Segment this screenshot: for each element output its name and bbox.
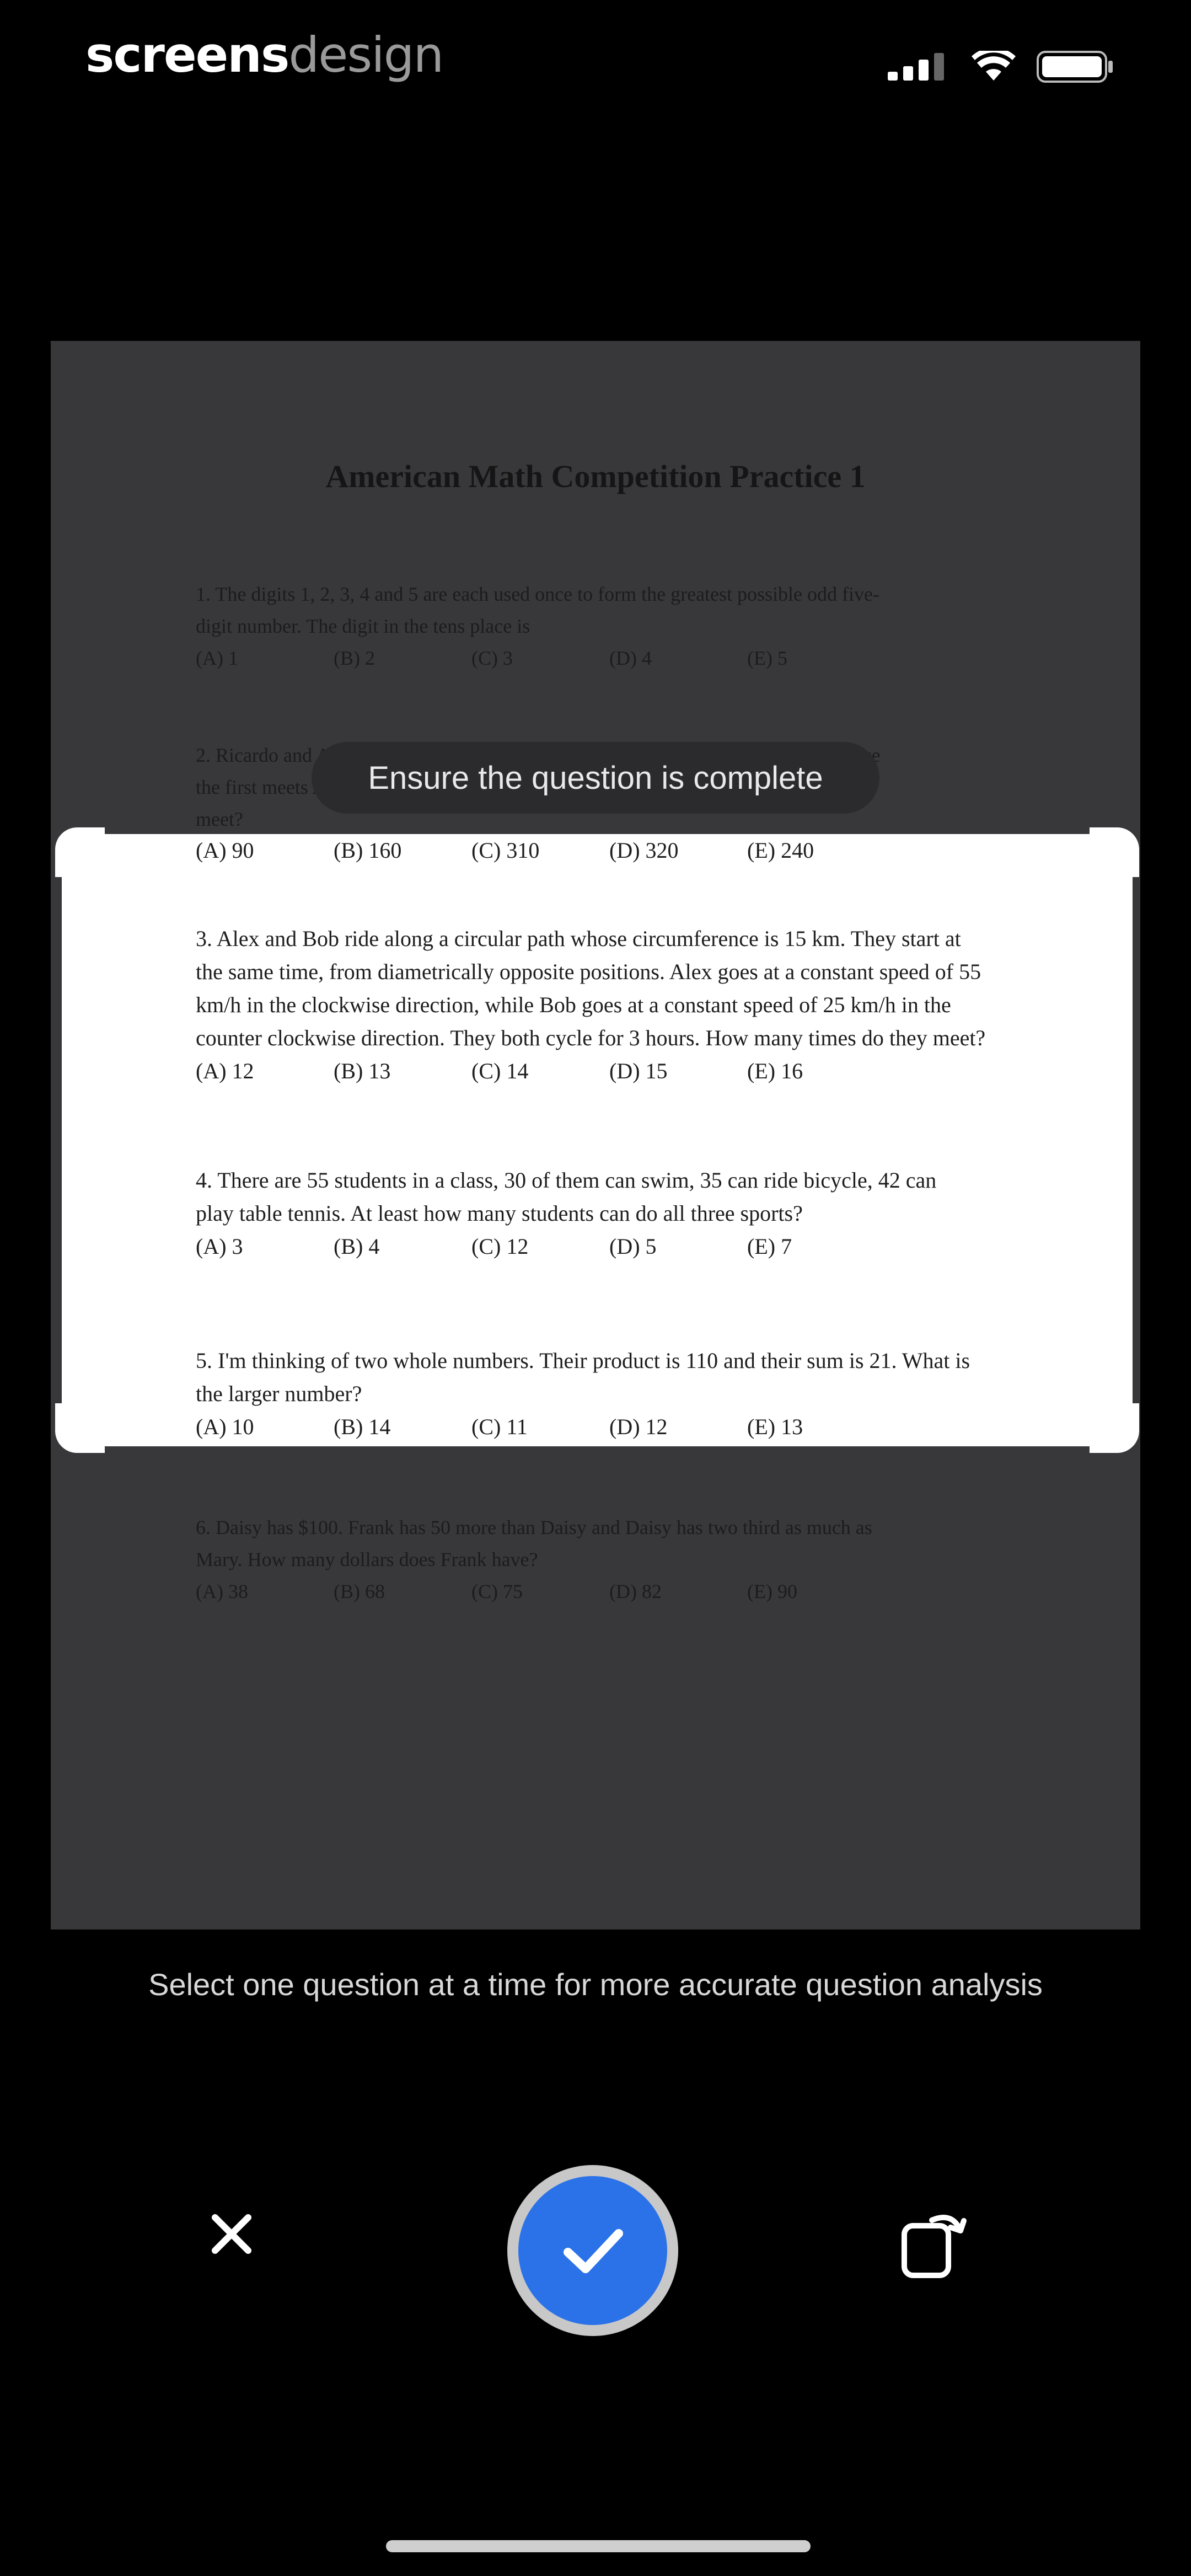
answer-option: (A) 38 <box>196 1580 248 1602</box>
question-text: counter clockwise direction. They both c… <box>196 1025 986 1050</box>
home-indicator[interactable] <box>386 2540 811 2552</box>
answer-option: (D) 4 <box>609 647 652 669</box>
answer-option: (B) 13 <box>334 1059 391 1083</box>
battery-icon <box>1037 51 1113 83</box>
status-bar <box>888 49 1119 87</box>
selection-crop-area[interactable]: (A) 90 (B) 160 (C) 310 (D) 320 (E) 240 3… <box>62 834 1133 1446</box>
brand-logo: screensdesign <box>85 26 444 83</box>
answer-option: (A) 12 <box>196 1059 254 1083</box>
answer-option: (D) 320 <box>609 838 679 863</box>
question-1: 1. The digits 1, 2, 3, 4 and 5 are each … <box>196 578 885 674</box>
question-3: 3. Alex and Bob ride along a circular pa… <box>196 922 985 1088</box>
answer-option: (C) 14 <box>471 1059 529 1083</box>
wifi-icon <box>972 51 1016 81</box>
question-text: 5. I'm thinking of two whole numbers. Th… <box>196 1348 970 1373</box>
signal-icon <box>888 53 944 81</box>
answer-option: (B) 68 <box>334 1580 385 1602</box>
question-text: the larger number? <box>196 1381 362 1406</box>
question-text: digit number. The digit in the tens plac… <box>196 615 530 637</box>
answer-option: (E) 5 <box>747 647 787 669</box>
question-2-options: (A) 90 (B) 160 (C) 310 (D) 320 (E) 240 <box>196 834 885 867</box>
answer-option: (A) 1 <box>196 647 238 669</box>
answer-option: (E) 240 <box>747 838 814 863</box>
answer-option: (B) 160 <box>334 838 402 863</box>
hint-text: Select one question at a time for more a… <box>148 1967 1043 2002</box>
brand-part2: design <box>288 26 444 83</box>
answer-option: (E) 16 <box>747 1059 803 1083</box>
toast-message: Ensure the question is complete <box>312 742 879 814</box>
brand-part1: screens <box>85 26 289 83</box>
question-text: Mary. How many dollars does Frank have? <box>196 1548 538 1570</box>
document-title: American Math Competition Practice 1 <box>325 458 866 494</box>
crop-handle-top-right[interactable] <box>1090 827 1139 877</box>
question-5: 5. I'm thinking of two whole numbers. Th… <box>196 1344 970 1444</box>
question-text: the same time, from diametrically opposi… <box>196 959 981 984</box>
answer-option: (B) 14 <box>334 1414 391 1439</box>
question-text: 4. There are 55 students in a class, 30 … <box>196 1168 937 1193</box>
answer-option: (A) 90 <box>196 838 254 863</box>
answer-option: (C) 3 <box>471 647 513 669</box>
answer-option: (E) 7 <box>747 1234 792 1259</box>
answer-option: (C) 310 <box>471 838 540 863</box>
rotate-icon[interactable] <box>893 2201 976 2284</box>
answer-option: (D) 15 <box>609 1059 668 1083</box>
crop-handle-bottom-right[interactable] <box>1090 1403 1139 1453</box>
question-4: 4. There are 55 students in a class, 30 … <box>196 1164 936 1263</box>
checkmark-icon <box>564 2229 623 2273</box>
question-text: play table tennis. At least how many stu… <box>196 1201 803 1226</box>
answer-option: (C) 11 <box>471 1414 528 1439</box>
crop-handle-top-left[interactable] <box>55 827 105 877</box>
confirm-button[interactable] <box>507 2165 678 2336</box>
question-6: 6. Daisy has $100. Frank has 50 more tha… <box>196 1511 885 1607</box>
answer-option: (C) 75 <box>471 1580 523 1602</box>
question-text: 1. The digits 1, 2, 3, 4 and 5 are each … <box>196 583 879 605</box>
question-text: km/h in the clockwise direction, while B… <box>196 992 951 1017</box>
answer-option: (B) 2 <box>334 647 375 669</box>
answer-option: (A) 3 <box>196 1234 243 1259</box>
answer-option: (D) 82 <box>609 1580 662 1602</box>
answer-option: (B) 4 <box>334 1234 380 1259</box>
answer-option: (C) 12 <box>471 1234 529 1259</box>
question-text: 6. Daisy has $100. Frank has 50 more tha… <box>196 1516 872 1538</box>
answer-option: (D) 12 <box>609 1414 668 1439</box>
close-icon[interactable] <box>201 2204 262 2264</box>
question-text: 3. Alex and Bob ride along a circular pa… <box>196 926 961 951</box>
answer-option: (E) 90 <box>747 1580 797 1602</box>
answer-option: (D) 5 <box>609 1234 657 1259</box>
answer-option: (E) 13 <box>747 1414 803 1439</box>
answer-option: (A) 10 <box>196 1414 254 1439</box>
crop-handle-bottom-left[interactable] <box>55 1403 105 1453</box>
confirm-button-inner <box>518 2176 667 2325</box>
